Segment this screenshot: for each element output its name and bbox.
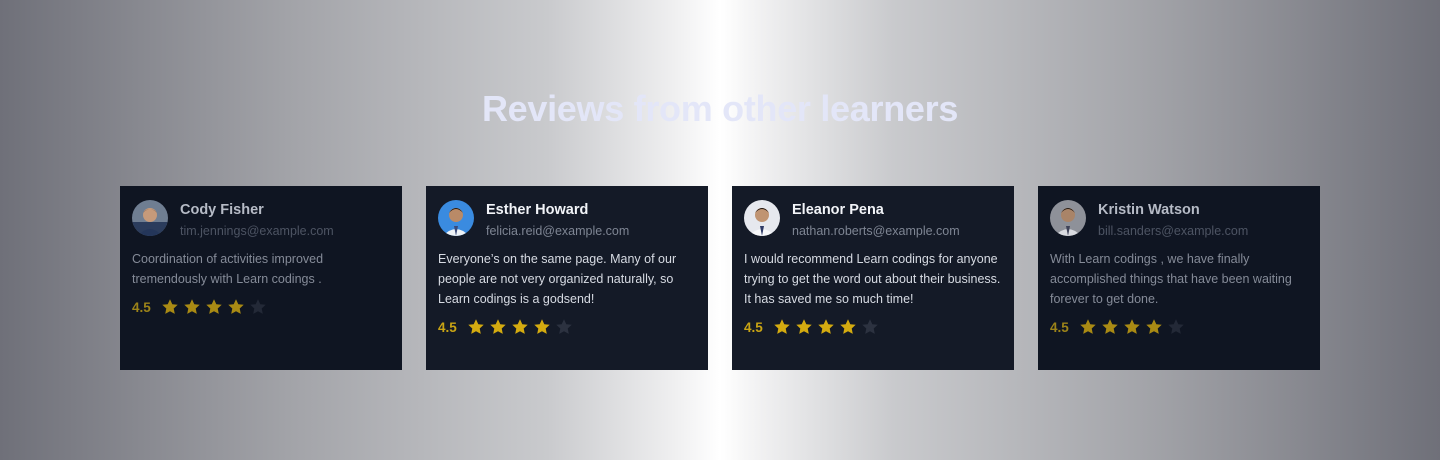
reviews-list: Cody Fisher tim.jennings@example.com Coo… [120, 186, 1320, 370]
review-card: Eleanor Pena nathan.roberts@example.com … [732, 186, 1014, 370]
review-card-header: Cody Fisher tim.jennings@example.com [132, 200, 390, 238]
review-card: Esther Howard felicia.reid@example.com E… [426, 186, 708, 370]
rating-score: 4.5 [438, 319, 457, 335]
star-filled-icon [817, 318, 835, 336]
avatar [132, 200, 168, 236]
star-rating [1079, 318, 1185, 336]
star-filled-icon [839, 318, 857, 336]
star-filled-icon [227, 298, 245, 316]
star-filled-icon [1079, 318, 1097, 336]
review-text: With Learn codings , we have finally acc… [1050, 252, 1292, 306]
avatar [744, 200, 780, 236]
rating: 4.5 [1050, 318, 1308, 336]
rating: 4.5 [744, 318, 1002, 336]
star-empty-icon [861, 318, 879, 336]
rating-score: 4.5 [1050, 319, 1069, 335]
star-rating [773, 318, 879, 336]
star-empty-icon [1167, 318, 1185, 336]
reviewer-email: bill.sanders@example.com [1098, 224, 1249, 238]
review-text: Everyone’s on the same page. Many of our… [438, 252, 677, 306]
star-empty-icon [249, 298, 267, 316]
reviewer-email: tim.jennings@example.com [180, 224, 334, 238]
reviewer-name: Cody Fisher [180, 202, 264, 218]
star-filled-icon [183, 298, 201, 316]
star-filled-icon [1101, 318, 1119, 336]
review-card: Kristin Watson bill.sanders@example.com … [1038, 186, 1320, 370]
section-heading: Reviews from other learners [481, 88, 959, 129]
star-filled-icon [489, 318, 507, 336]
review-text: I would recommend Learn codings for anyo… [744, 252, 1001, 306]
rating-score: 4.5 [744, 319, 763, 335]
rating-score: 4.5 [132, 299, 151, 315]
rating: 4.5 [438, 318, 696, 336]
review-card-header: Eleanor Pena nathan.roberts@example.com [744, 200, 1002, 238]
reviewer-name: Eleanor Pena [792, 202, 884, 218]
star-filled-icon [795, 318, 813, 336]
avatar [438, 200, 474, 236]
star-filled-icon [1123, 318, 1141, 336]
star-rating [467, 318, 573, 336]
star-rating [161, 298, 267, 316]
review-card: Cody Fisher tim.jennings@example.com Coo… [120, 186, 402, 370]
star-filled-icon [1145, 318, 1163, 336]
star-filled-icon [533, 318, 551, 336]
star-filled-icon [511, 318, 529, 336]
reviewer-email: nathan.roberts@example.com [792, 224, 960, 238]
review-card-header: Esther Howard felicia.reid@example.com [438, 200, 696, 238]
reviewer-email: felicia.reid@example.com [486, 224, 630, 238]
star-filled-icon [467, 318, 485, 336]
star-filled-icon [205, 298, 223, 316]
reviewer-name: Esther Howard [486, 202, 589, 218]
review-text: Coordination of activities improved trem… [132, 252, 324, 286]
rating: 4.5 [132, 298, 390, 316]
star-filled-icon [773, 318, 791, 336]
review-card-header: Kristin Watson bill.sanders@example.com [1050, 200, 1308, 238]
star-empty-icon [555, 318, 573, 336]
avatar [1050, 200, 1086, 236]
star-filled-icon [161, 298, 179, 316]
reviewer-name: Kristin Watson [1098, 202, 1200, 218]
